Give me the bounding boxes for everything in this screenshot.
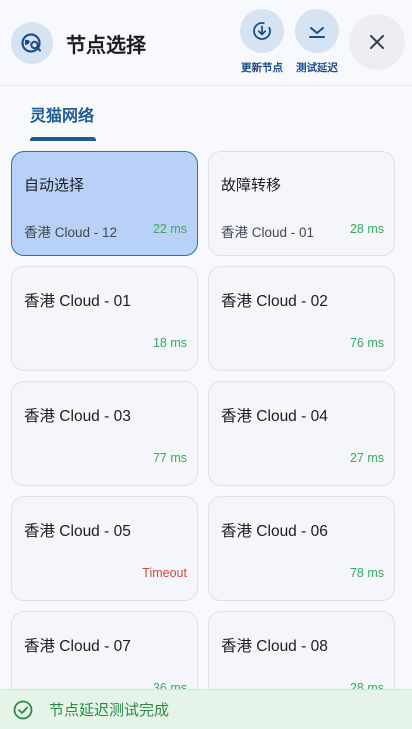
node-latency: 77 ms bbox=[152, 451, 187, 465]
status-toast: 节点延迟测试完成 bbox=[0, 689, 412, 729]
node-card-hk-02[interactable]: 香港 Cloud - 02 76 ms bbox=[208, 266, 395, 371]
check-circle-icon bbox=[13, 700, 33, 719]
node-name: 故障转移 bbox=[221, 176, 282, 194]
close-button[interactable] bbox=[349, 14, 405, 70]
tab-indicator bbox=[30, 137, 96, 141]
node-current: 香港 Cloud - 01 bbox=[221, 225, 315, 240]
close-icon bbox=[370, 35, 384, 49]
node-name: 香港 Cloud - 03 bbox=[24, 408, 131, 425]
node-card-hk-06[interactable]: 香港 Cloud - 06 78 ms bbox=[208, 496, 395, 601]
toast-message: 节点延迟测试完成 bbox=[49, 701, 170, 719]
node-latency: 22 ms bbox=[152, 222, 187, 236]
app-header: 节点选择 更新节点 测试延迟 bbox=[0, 0, 412, 86]
node-name: 香港 Cloud - 01 bbox=[24, 293, 131, 310]
node-card-hk-04[interactable]: 香港 Cloud - 04 27 ms bbox=[208, 381, 395, 486]
download-circle-icon[interactable] bbox=[240, 9, 284, 53]
test-latency-label: 测试延迟 bbox=[296, 62, 338, 74]
update-nodes-button[interactable]: 更新节点 bbox=[239, 9, 285, 75]
node-latency: 18 ms bbox=[152, 336, 187, 350]
page-title: 节点选择 bbox=[66, 33, 146, 57]
node-card-hk-07[interactable]: 香港 Cloud - 07 36 ms bbox=[11, 611, 198, 690]
node-name: 香港 Cloud - 06 bbox=[221, 523, 328, 540]
update-nodes-label: 更新节点 bbox=[241, 62, 283, 74]
node-name: 香港 Cloud - 02 bbox=[221, 293, 328, 310]
node-card-failover[interactable]: 故障转移 香港 Cloud - 01 28 ms bbox=[208, 151, 395, 256]
tab-lingmao-network[interactable]: 灵猫网络 bbox=[30, 102, 94, 126]
node-grid: 自动选择 香港 Cloud - 12 22 ms 故障转移 香港 Cloud -… bbox=[0, 150, 412, 690]
node-name: 自动选择 bbox=[24, 176, 85, 194]
test-latency-button[interactable]: 测试延迟 bbox=[294, 9, 340, 75]
node-name: 香港 Cloud - 07 bbox=[24, 638, 131, 655]
node-current: 香港 Cloud - 12 bbox=[24, 225, 118, 240]
globe-search-icon bbox=[11, 22, 53, 64]
header-divider bbox=[0, 85, 412, 86]
node-card-hk-05[interactable]: 香港 Cloud - 05 Timeout bbox=[11, 496, 198, 601]
node-name: 香港 Cloud - 08 bbox=[221, 638, 328, 655]
node-latency: 27 ms bbox=[349, 451, 384, 465]
node-latency: 78 ms bbox=[349, 566, 384, 580]
node-card-auto-select[interactable]: 自动选择 香港 Cloud - 12 22 ms bbox=[11, 151, 198, 256]
speed-test-icon[interactable] bbox=[295, 9, 339, 53]
node-card-hk-01[interactable]: 香港 Cloud - 01 18 ms bbox=[11, 266, 198, 371]
node-latency: 28 ms bbox=[349, 222, 384, 236]
node-name: 香港 Cloud - 05 bbox=[24, 523, 131, 540]
node-card-hk-03[interactable]: 香港 Cloud - 03 77 ms bbox=[11, 381, 198, 486]
node-latency-timeout: Timeout bbox=[142, 566, 187, 580]
node-name: 香港 Cloud - 04 bbox=[221, 408, 328, 425]
node-latency: 76 ms bbox=[349, 336, 384, 350]
node-card-hk-08[interactable]: 香港 Cloud - 08 28 ms bbox=[208, 611, 395, 690]
